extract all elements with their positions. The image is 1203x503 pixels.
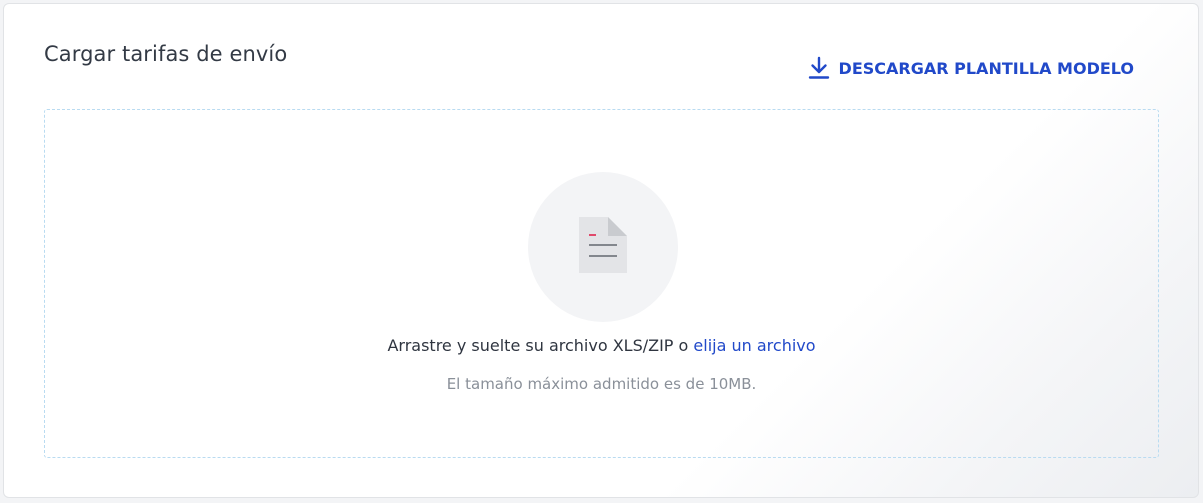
- document-icon: [577, 216, 629, 278]
- download-template-label: DESCARGAR PLANTILLA MODELO: [838, 58, 1134, 78]
- file-icon-circle: [528, 172, 678, 322]
- drop-instruction-text: Arrastre y suelte su archivo XLS/ZIP o: [387, 336, 689, 355]
- upload-card: Cargar tarifas de envío DESCARGAR PLANTI…: [3, 3, 1199, 498]
- download-icon: [808, 56, 830, 80]
- max-size-hint: El tamaño máximo admitido es de 10MB.: [446, 375, 757, 393]
- download-template-button[interactable]: DESCARGAR PLANTILLA MODELO: [808, 56, 1134, 80]
- drop-instruction: Arrastre y suelte su archivo XLS/ZIP o e…: [45, 336, 1158, 355]
- file-dropzone[interactable]: Arrastre y suelte su archivo XLS/ZIP o e…: [44, 109, 1159, 458]
- card-title: Cargar tarifas de envío: [44, 42, 288, 66]
- choose-file-link[interactable]: elija un archivo: [693, 336, 815, 355]
